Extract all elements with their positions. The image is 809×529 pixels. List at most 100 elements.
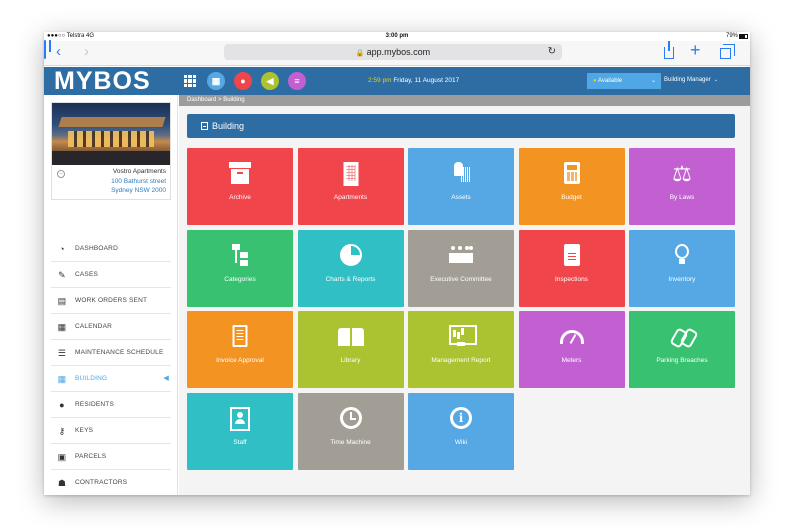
calculator-icon	[519, 162, 625, 186]
contacts-book-icon	[187, 406, 293, 431]
forward-icon[interactable]: ›	[84, 44, 89, 60]
building-icon	[201, 122, 208, 130]
sidebar-item-label: CONTRACTORS	[75, 479, 128, 486]
contractors-icon: ☗	[57, 478, 67, 488]
reload-icon[interactable]: ↻	[548, 44, 556, 60]
tile-wiki[interactable]: i Wiki	[408, 392, 514, 470]
sidebar-item-label: BUILDING	[75, 375, 108, 382]
tile-inventory[interactable]: Inventory	[629, 229, 735, 307]
availability-select[interactable]: ● Available ⌄	[587, 73, 661, 89]
tile-charts-reports[interactable]: Charts & Reports	[297, 229, 404, 307]
info-icon: i	[408, 406, 514, 431]
tile-management-report[interactable]: Management Report	[408, 311, 514, 388]
apartment-building-icon	[298, 162, 404, 186]
key-icon: ⚷	[58, 426, 66, 436]
sidebar-item-label: CALENDAR	[75, 323, 112, 330]
header-list-icon[interactable]: ≡	[288, 72, 306, 90]
lightbulb-icon	[629, 243, 735, 268]
status-time: 3:00 pm	[385, 33, 409, 39]
tile-executive-committee[interactable]: Executive Committee	[408, 229, 514, 307]
property-card[interactable]: – Vostro Apartments 100 Bathurst street …	[51, 102, 171, 200]
tile-label: Budget	[561, 194, 582, 201]
tile-label: Management Report	[431, 357, 491, 364]
address-line-2: Sydney NSW 2000	[111, 187, 166, 194]
active-caret-icon: ◀	[163, 375, 169, 382]
tile-label: Assets	[451, 194, 471, 201]
breadcrumb: Dashboard > Building	[179, 95, 750, 106]
sidebar-item-label: RESIDENTS	[75, 401, 115, 408]
property-name: Vostro Apartments	[112, 168, 166, 175]
schedule-icon: ☰	[57, 348, 67, 358]
tile-label: Parking Breaches	[656, 357, 708, 364]
battery-icon	[739, 34, 748, 39]
sidebar-item-building[interactable]: ▦ BUILDING ◀	[51, 366, 171, 392]
tile-invoice-approval[interactable]: Invoice Approval	[187, 311, 293, 388]
device-frame: ●●●○○ Telstra 4G 3:00 pm 79% ‹ › 🔒 app.my…	[44, 32, 750, 495]
header-megaphone-icon[interactable]: ◀	[261, 72, 279, 90]
new-tab-icon[interactable]: +	[690, 41, 701, 59]
header-calculator-icon[interactable]: ▦	[207, 72, 225, 90]
tile-label: Charts & Reports	[325, 275, 376, 283]
battery-percent: 79%	[725, 33, 738, 39]
role-select[interactable]: Building Manager ⌄	[664, 77, 718, 83]
scales-icon: ⚖	[672, 161, 692, 186]
tile-apartments[interactable]: Apartments	[297, 148, 404, 225]
sidebar-item-maintenance-schedule[interactable]: ☰ MAINTENANCE SCHEDULE	[51, 340, 171, 366]
tile-staff[interactable]: Staff	[187, 392, 293, 470]
bookmarks-icon[interactable]	[44, 40, 46, 59]
tile-label: Archive	[229, 194, 251, 201]
committee-table-icon	[408, 244, 514, 268]
sidebar-item-parcels[interactable]: ▣ PARCELS	[51, 444, 171, 470]
archive-icon	[187, 162, 293, 186]
sidebar-item-label: WORK ORDERS SENT	[75, 297, 148, 304]
address-bar[interactable]: 🔒 app.mybos.com ↻	[224, 44, 562, 60]
sidebar-item-label: CASES	[75, 271, 99, 278]
tile-label: Wiki	[454, 438, 468, 446]
role-value: Building Manager	[664, 77, 711, 83]
sidebar: – Vostro Apartments 100 Bathurst street …	[44, 95, 178, 495]
tile-by-laws[interactable]: ⚖ By Laws	[629, 148, 735, 225]
tile-categories[interactable]: Categories	[187, 229, 293, 307]
share-icon[interactable]	[664, 41, 674, 59]
page-title-bar: Building	[187, 114, 735, 138]
sidebar-item-dashboard[interactable]: ◔ DASHBOARD	[51, 236, 171, 262]
sidebar-item-residents[interactable]: ● RESIDENTS	[51, 392, 171, 418]
parcel-icon: ▣	[57, 452, 67, 462]
document-icon: ▤	[57, 296, 67, 306]
tile-meters[interactable]: Meters	[518, 311, 625, 388]
hierarchy-icon	[187, 243, 293, 268]
invoice-icon	[187, 325, 293, 349]
ios-status-bar: ●●●○○ Telstra 4G 3:00 pm 79%	[44, 32, 750, 41]
clipboard-icon	[519, 243, 625, 268]
sidebar-item-label: KEYS	[75, 427, 94, 434]
sidebar-item-contractors[interactable]: ☗ CONTRACTORS	[51, 470, 171, 495]
header-people-icon[interactable]: ●	[234, 72, 252, 90]
apps-grid-icon[interactable]	[184, 75, 196, 87]
sidebar-item-work-orders-sent[interactable]: ▤ WORK ORDERS SENT	[51, 288, 171, 314]
tile-library[interactable]: Library	[297, 311, 404, 388]
sidebar-item-calendar[interactable]: ▦ CALENDAR	[51, 314, 171, 340]
remove-circle-icon[interactable]: –	[57, 170, 65, 178]
tile-assets[interactable]: Assets	[408, 148, 514, 225]
tile-inspections[interactable]: Inspections	[518, 229, 625, 307]
sidebar-item-keys[interactable]: ⚷ KEYS	[51, 418, 171, 444]
tile-archive[interactable]: Archive	[187, 148, 293, 225]
gauge-icon	[519, 325, 625, 349]
tile-time-machine[interactable]: Time Machine	[297, 392, 404, 470]
calendar-icon: ▦	[57, 322, 67, 332]
report-monitor-icon	[408, 325, 514, 349]
tabs-icon[interactable]	[720, 44, 735, 59]
back-icon[interactable]: ‹	[56, 44, 61, 60]
tile-label: Inspections	[555, 275, 588, 283]
page-title: Building	[212, 121, 245, 131]
header-date: Friday, 11 August 2017	[393, 77, 460, 84]
chevron-down-icon: ⌄	[650, 78, 656, 84]
barcode-scanner-icon	[408, 162, 514, 186]
tile-label: Staff	[233, 438, 247, 446]
tile-label: Meters	[561, 357, 582, 364]
sidebar-item-cases[interactable]: ✎ CASES	[51, 262, 171, 288]
tile-parking-breaches[interactable]: Parking Breaches	[629, 311, 735, 388]
app-header: MYBOS ▦ ● ◀ ≡ 2:59 pm Friday, 11 August …	[44, 67, 750, 95]
tile-budget[interactable]: Budget	[518, 148, 625, 225]
mybos-logo[interactable]: MYBOS	[54, 68, 151, 94]
